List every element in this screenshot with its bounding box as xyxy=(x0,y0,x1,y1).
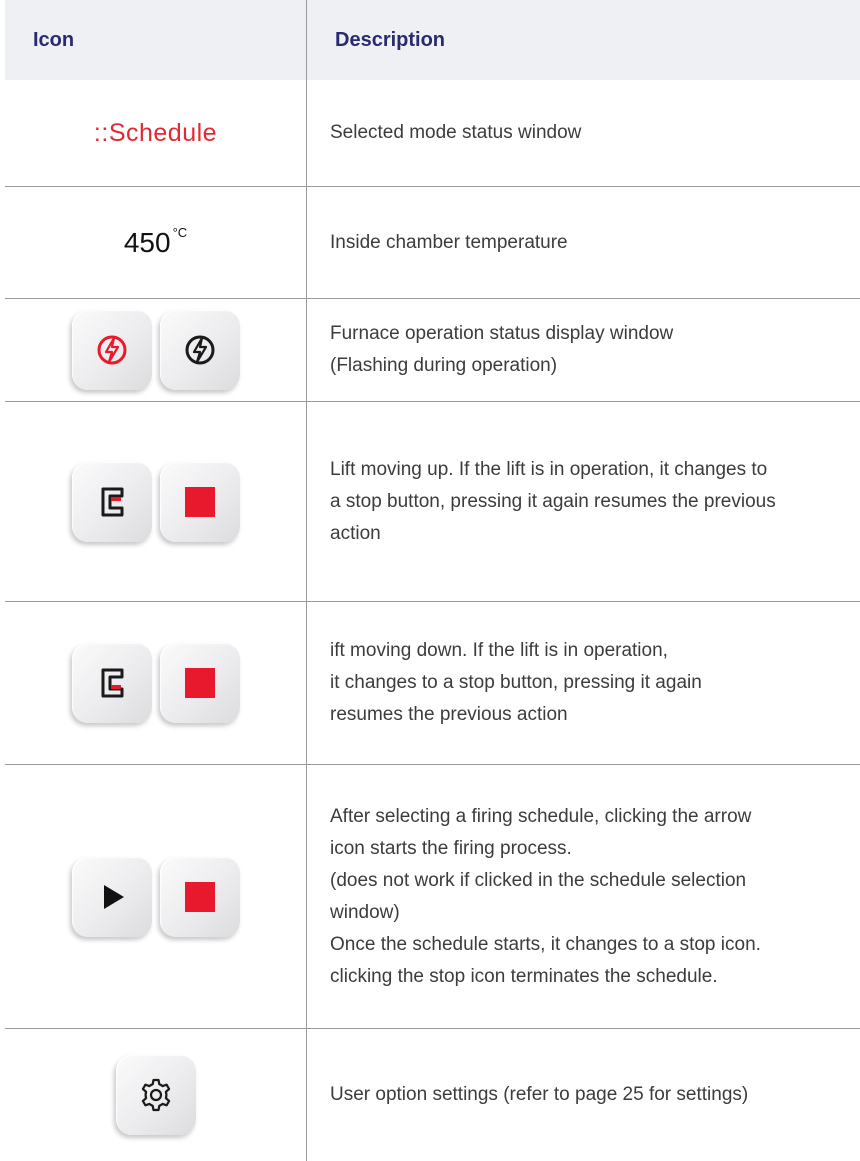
header-description-label: Description xyxy=(335,28,446,51)
description-line: a stop button, pressing it again resumes… xyxy=(330,490,776,512)
table-row: After selecting a firing schedule, click… xyxy=(5,765,860,1029)
lift-down-icon[interactable] xyxy=(71,643,152,723)
icon-cell xyxy=(5,299,306,401)
icon-cell xyxy=(5,765,306,1028)
stop-icon[interactable] xyxy=(159,856,240,937)
temperature-value: 450 xyxy=(123,226,171,258)
table-row: ::Schedule Selected mode status window xyxy=(5,80,860,187)
description-line: clicking the stop icon terminates the sc… xyxy=(330,965,718,987)
description-line: icon starts the firing process. xyxy=(330,837,572,859)
bolt-icon-red xyxy=(71,310,152,390)
description-cell: Furnace operation status display window … xyxy=(330,299,850,401)
description-cell: ift moving down. If the lift is in opera… xyxy=(330,602,850,764)
table-row: ift moving down. If the lift is in opera… xyxy=(5,602,860,765)
icon-cell: 450 °C xyxy=(5,187,306,298)
description-text: Inside chamber temperature xyxy=(330,231,568,253)
schedule-status-text: ::Schedule xyxy=(93,118,218,147)
stop-icon[interactable] xyxy=(159,461,240,542)
temperature-unit: °C xyxy=(172,225,188,241)
stop-square xyxy=(184,881,215,912)
icon-table: Icon Description ::Schedule Selected mod… xyxy=(0,0,860,1161)
description-line: it changes to a stop button, pressing it… xyxy=(330,672,702,693)
description-line: resumes the previous action xyxy=(330,704,568,725)
stop-square xyxy=(184,486,215,517)
table-row: 450 °C Inside chamber temperature xyxy=(5,187,860,299)
icon-cell: ::Schedule xyxy=(5,80,306,186)
description-line: ift moving down. If the lift is in opera… xyxy=(330,640,668,661)
description-cell: User option settings (refer to page 25 f… xyxy=(330,1029,850,1161)
description-line: Once the schedule starts, it changes to … xyxy=(330,933,761,955)
description-text: User option settings (refer to page 25 f… xyxy=(330,1084,749,1105)
description-line: Furnace operation status display window xyxy=(330,323,674,344)
description-cell: Lift moving up. If the lift is in operat… xyxy=(330,402,850,601)
table-row: Furnace operation status display window … xyxy=(5,299,860,402)
play-icon[interactable] xyxy=(71,856,152,937)
table-header: Icon Description xyxy=(5,0,860,80)
bolt-icon-black xyxy=(159,310,240,390)
description-line: After selecting a firing schedule, click… xyxy=(330,805,752,827)
icon-cell xyxy=(5,1029,306,1161)
table-row: User option settings (refer to page 25 f… xyxy=(5,1029,860,1161)
header-icon-label: Icon xyxy=(33,28,75,51)
icon-cell xyxy=(5,602,306,764)
temperature-display: 450 °C xyxy=(123,225,188,259)
gear-icon[interactable] xyxy=(115,1055,196,1135)
lift-up-icon[interactable] xyxy=(71,461,152,542)
description-text: Selected mode status window xyxy=(330,122,582,143)
description-line: Lift moving up. If the lift is in operat… xyxy=(330,458,768,480)
icon-cell xyxy=(5,402,306,601)
description-line: (Flashing during operation) xyxy=(330,355,558,376)
column-divider xyxy=(306,0,307,1161)
stop-icon[interactable] xyxy=(159,643,240,723)
table-row: Lift moving up. If the lift is in operat… xyxy=(5,402,860,602)
description-line: action xyxy=(330,522,381,544)
description-line: window) xyxy=(330,901,400,923)
description-cell: After selecting a firing schedule, click… xyxy=(330,765,850,1028)
description-cell: Selected mode status window xyxy=(330,80,850,186)
description-cell: Inside chamber temperature xyxy=(330,187,850,298)
stop-square xyxy=(184,668,215,698)
description-line: (does not work if clicked in the schedul… xyxy=(330,869,747,891)
